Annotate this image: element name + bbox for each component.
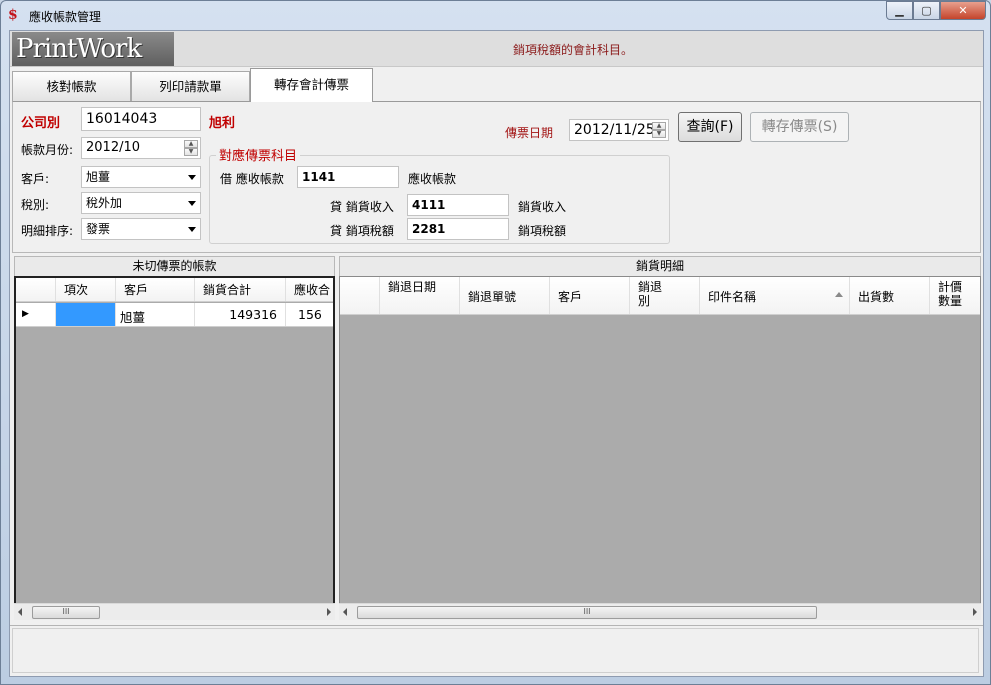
- scroll-left-icon[interactable]: [18, 608, 22, 616]
- credit-sales-code-field[interactable]: 4111: [407, 194, 509, 216]
- account-mapping-group: 對應傳票科目 借 應收帳款 1141 應收帳款 貸 銷貨收入 4111 銷貨收入…: [209, 145, 670, 244]
- column-header-return-date[interactable]: 銷退日期: [380, 277, 460, 314]
- tab-strip: 核對帳款 列印請款單 轉存會計傳票: [12, 68, 373, 102]
- credit-sales-label: 貸 銷貨收入: [330, 200, 394, 214]
- debit-account-name: 應收帳款: [408, 172, 457, 186]
- spin-up-icon[interactable]: ▲: [652, 122, 666, 130]
- period-field[interactable]: 2012/10 ▲ ▼: [81, 137, 201, 159]
- status-panel: [12, 628, 979, 673]
- account-mapping-title: 對應傳票科目: [216, 145, 301, 164]
- scroll-right-icon[interactable]: [973, 608, 977, 616]
- sort-value: 發票: [86, 222, 111, 236]
- debit-code-field[interactable]: 1141: [297, 166, 399, 188]
- column-header-return-number[interactable]: 銷退單號: [460, 277, 550, 314]
- cell-sales-total[interactable]: 149316: [195, 303, 286, 326]
- tab-export-voucher[interactable]: 轉存會計傳票: [250, 68, 373, 102]
- column-header-priced-qty[interactable]: 計價數量: [930, 277, 980, 314]
- credit-tax-name: 銷項稅額: [518, 224, 567, 238]
- spin-down-icon[interactable]: ▼: [184, 148, 198, 156]
- column-header-return-type[interactable]: 銷退別: [630, 277, 700, 314]
- chevron-down-icon: [188, 175, 196, 180]
- sort-label: 明細排序:: [21, 224, 74, 238]
- spin-down-icon[interactable]: ▼: [652, 130, 666, 138]
- column-header-receivable-total[interactable]: 應收合: [286, 278, 333, 301]
- tax-select[interactable]: 稅外加: [81, 192, 201, 214]
- table-row[interactable]: ▶ 旭薑 149316 156: [16, 303, 333, 327]
- debit-label: 借 應收帳款: [220, 172, 284, 186]
- title-bar[interactable]: $ 應收帳款管理 ▁ ▢ ✕: [1, 1, 990, 29]
- sort-ascending-icon: [835, 292, 843, 297]
- scroll-left-icon[interactable]: [343, 608, 347, 616]
- query-button[interactable]: 查詢(F): [678, 112, 742, 142]
- company-name: 旭利: [209, 116, 236, 131]
- main-window: $ 應收帳款管理 ▁ ▢ ✕ PrintWork 銷項稅額的會計科目。 核對帳款…: [0, 0, 991, 685]
- printwork-logo: PrintWork: [12, 32, 174, 66]
- chevron-down-icon: [188, 201, 196, 206]
- close-button[interactable]: ✕: [940, 1, 986, 20]
- pending-accounts-header: 未切傳票的帳款: [14, 256, 335, 277]
- pending-accounts-grid[interactable]: 項次 客戶 銷貨合計 應收合 ▶ 旭薑 149316 156: [14, 276, 335, 606]
- hint-message: 銷項稅額的會計科目。: [513, 43, 634, 57]
- left-horizontal-scrollbar[interactable]: III: [14, 603, 335, 620]
- cell-customer[interactable]: 旭薑: [116, 303, 195, 326]
- row-header-corner: [340, 277, 380, 314]
- window-controls: ▁ ▢ ✕: [886, 1, 986, 21]
- company-field[interactable]: 16014043: [81, 107, 201, 131]
- column-header-customer[interactable]: 客戶: [116, 278, 195, 301]
- column-header-index[interactable]: 項次: [56, 278, 116, 301]
- row-header-corner: [16, 278, 56, 301]
- tax-label: 稅別:: [21, 198, 50, 212]
- minimize-button[interactable]: ▁: [886, 1, 913, 20]
- column-header-sales-total[interactable]: 銷貨合計: [195, 278, 286, 301]
- sales-detail-grid[interactable]: 銷退日期 銷退單號 客戶 銷退別 印件名稱 出貨數 計價數量: [339, 276, 981, 606]
- scroll-thumb[interactable]: III: [357, 606, 817, 619]
- form-panel: 公司別 16014043 旭利 帳款月份: 2012/10 ▲ ▼ 客戶: 旭薑 …: [12, 101, 981, 253]
- tab-reconcile[interactable]: 核對帳款: [12, 71, 131, 102]
- column-header-customer[interactable]: 客戶: [550, 277, 630, 314]
- voucher-date-value: 2012/11/25: [574, 122, 655, 138]
- printwork-icon: $: [8, 7, 18, 23]
- column-header-print-item-label: 印件名稱: [708, 290, 757, 304]
- spin-up-icon[interactable]: ▲: [184, 140, 198, 148]
- credit-tax-code-field[interactable]: 2281: [407, 218, 509, 240]
- scroll-right-icon[interactable]: [327, 608, 331, 616]
- tax-value: 稅外加: [86, 196, 123, 210]
- maximize-button[interactable]: ▢: [913, 1, 940, 20]
- banner: PrintWork 銷項稅額的會計科目。: [10, 31, 983, 67]
- period-value: 2012/10: [86, 140, 141, 155]
- right-horizontal-scrollbar[interactable]: III: [339, 603, 981, 620]
- window-title: 應收帳款管理: [29, 10, 102, 24]
- current-row-icon: ▶: [16, 303, 56, 326]
- customer-value: 旭薑: [86, 170, 111, 184]
- cell-receivable-total[interactable]: 156: [286, 303, 333, 326]
- scroll-thumb[interactable]: III: [32, 606, 100, 619]
- credit-tax-label: 貸 銷項稅額: [330, 224, 394, 238]
- column-header-print-item[interactable]: 印件名稱: [700, 277, 850, 314]
- cell-index[interactable]: [56, 303, 116, 326]
- grid-header: 銷退日期 銷退單號 客戶 銷退別 印件名稱 出貨數 計價數量: [340, 277, 980, 315]
- sales-detail-header: 銷貨明細: [339, 256, 981, 277]
- company-label: 公司別: [21, 116, 61, 131]
- period-spinner[interactable]: ▲ ▼: [184, 140, 198, 156]
- customer-label: 客戶:: [21, 172, 50, 186]
- voucher-date-field[interactable]: 2012/11/25 ▲ ▼: [569, 119, 669, 141]
- voucher-date-label: 傳票日期: [505, 126, 554, 140]
- status-bar: [10, 625, 983, 676]
- column-header-shipped-qty[interactable]: 出貨數: [850, 277, 930, 314]
- voucher-date-spinner[interactable]: ▲ ▼: [652, 122, 666, 138]
- chevron-down-icon: [188, 227, 196, 232]
- tab-print-invoice[interactable]: 列印請款單: [131, 71, 250, 102]
- customer-select[interactable]: 旭薑: [81, 166, 201, 188]
- client-area: PrintWork 銷項稅額的會計科目。 核對帳款 列印請款單 轉存會計傳票 公…: [9, 30, 984, 677]
- sort-select[interactable]: 發票: [81, 218, 201, 240]
- credit-sales-name: 銷貨收入: [518, 200, 567, 214]
- period-label: 帳款月份:: [21, 143, 74, 157]
- grid-header: 項次 客戶 銷貨合計 應收合: [16, 278, 333, 302]
- save-voucher-button[interactable]: 轉存傳票(S): [750, 112, 849, 142]
